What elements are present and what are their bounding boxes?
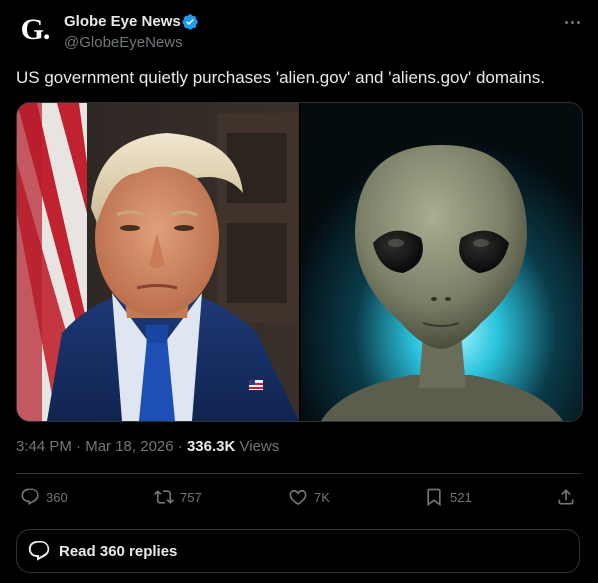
repost-count: 757 bbox=[180, 489, 202, 505]
reply-icon bbox=[21, 488, 39, 505]
verified-badge-icon bbox=[182, 14, 198, 30]
avatar-logo: G. bbox=[20, 13, 51, 46]
tweet-meta: 3:44 PM · Mar 18, 2026 · 336.3K Views bbox=[16, 438, 279, 455]
repost-button[interactable]: 757 bbox=[154, 485, 202, 509]
media-image-portrait[interactable] bbox=[17, 103, 299, 421]
avatar[interactable]: G. bbox=[15, 10, 55, 50]
tweet-media[interactable] bbox=[16, 102, 583, 422]
like-count: 7K bbox=[314, 489, 330, 505]
divider bbox=[16, 473, 582, 474]
share-button[interactable] bbox=[556, 485, 582, 509]
media-image-alien[interactable] bbox=[301, 103, 582, 421]
tweet-text: US government quietly purchases 'alien.g… bbox=[16, 68, 545, 87]
timestamp-date[interactable]: Mar 18, 2026 bbox=[85, 438, 173, 455]
author-handle[interactable]: @GlobeEyeNews bbox=[64, 34, 183, 51]
like-button[interactable]: 7K bbox=[288, 485, 330, 509]
reply-button[interactable]: 360 bbox=[20, 485, 68, 509]
share-icon bbox=[558, 489, 574, 505]
bookmark-icon bbox=[427, 488, 441, 507]
read-replies-label: Read 360 replies bbox=[59, 542, 178, 560]
more-options-icon[interactable] bbox=[560, 10, 584, 34]
bookmark-count: 521 bbox=[450, 489, 472, 505]
timestamp-time[interactable]: 3:44 PM bbox=[16, 438, 72, 455]
meta-separator: · bbox=[177, 438, 183, 455]
tweet-card: G. Globe Eye News @GlobeEyeNews US gover… bbox=[0, 0, 598, 583]
heart-icon bbox=[289, 489, 307, 506]
repost-icon bbox=[154, 490, 174, 504]
author-display-name[interactable]: Globe Eye News bbox=[64, 13, 181, 30]
bookmark-button[interactable]: 521 bbox=[424, 485, 472, 509]
reply-count: 360 bbox=[46, 489, 68, 505]
speech-bubble-icon bbox=[28, 541, 50, 561]
views-label: Views bbox=[239, 438, 280, 455]
meta-separator: · bbox=[76, 438, 82, 455]
views-count[interactable]: 336.3K bbox=[187, 438, 235, 455]
read-replies-button[interactable]: Read 360 replies bbox=[16, 529, 580, 573]
